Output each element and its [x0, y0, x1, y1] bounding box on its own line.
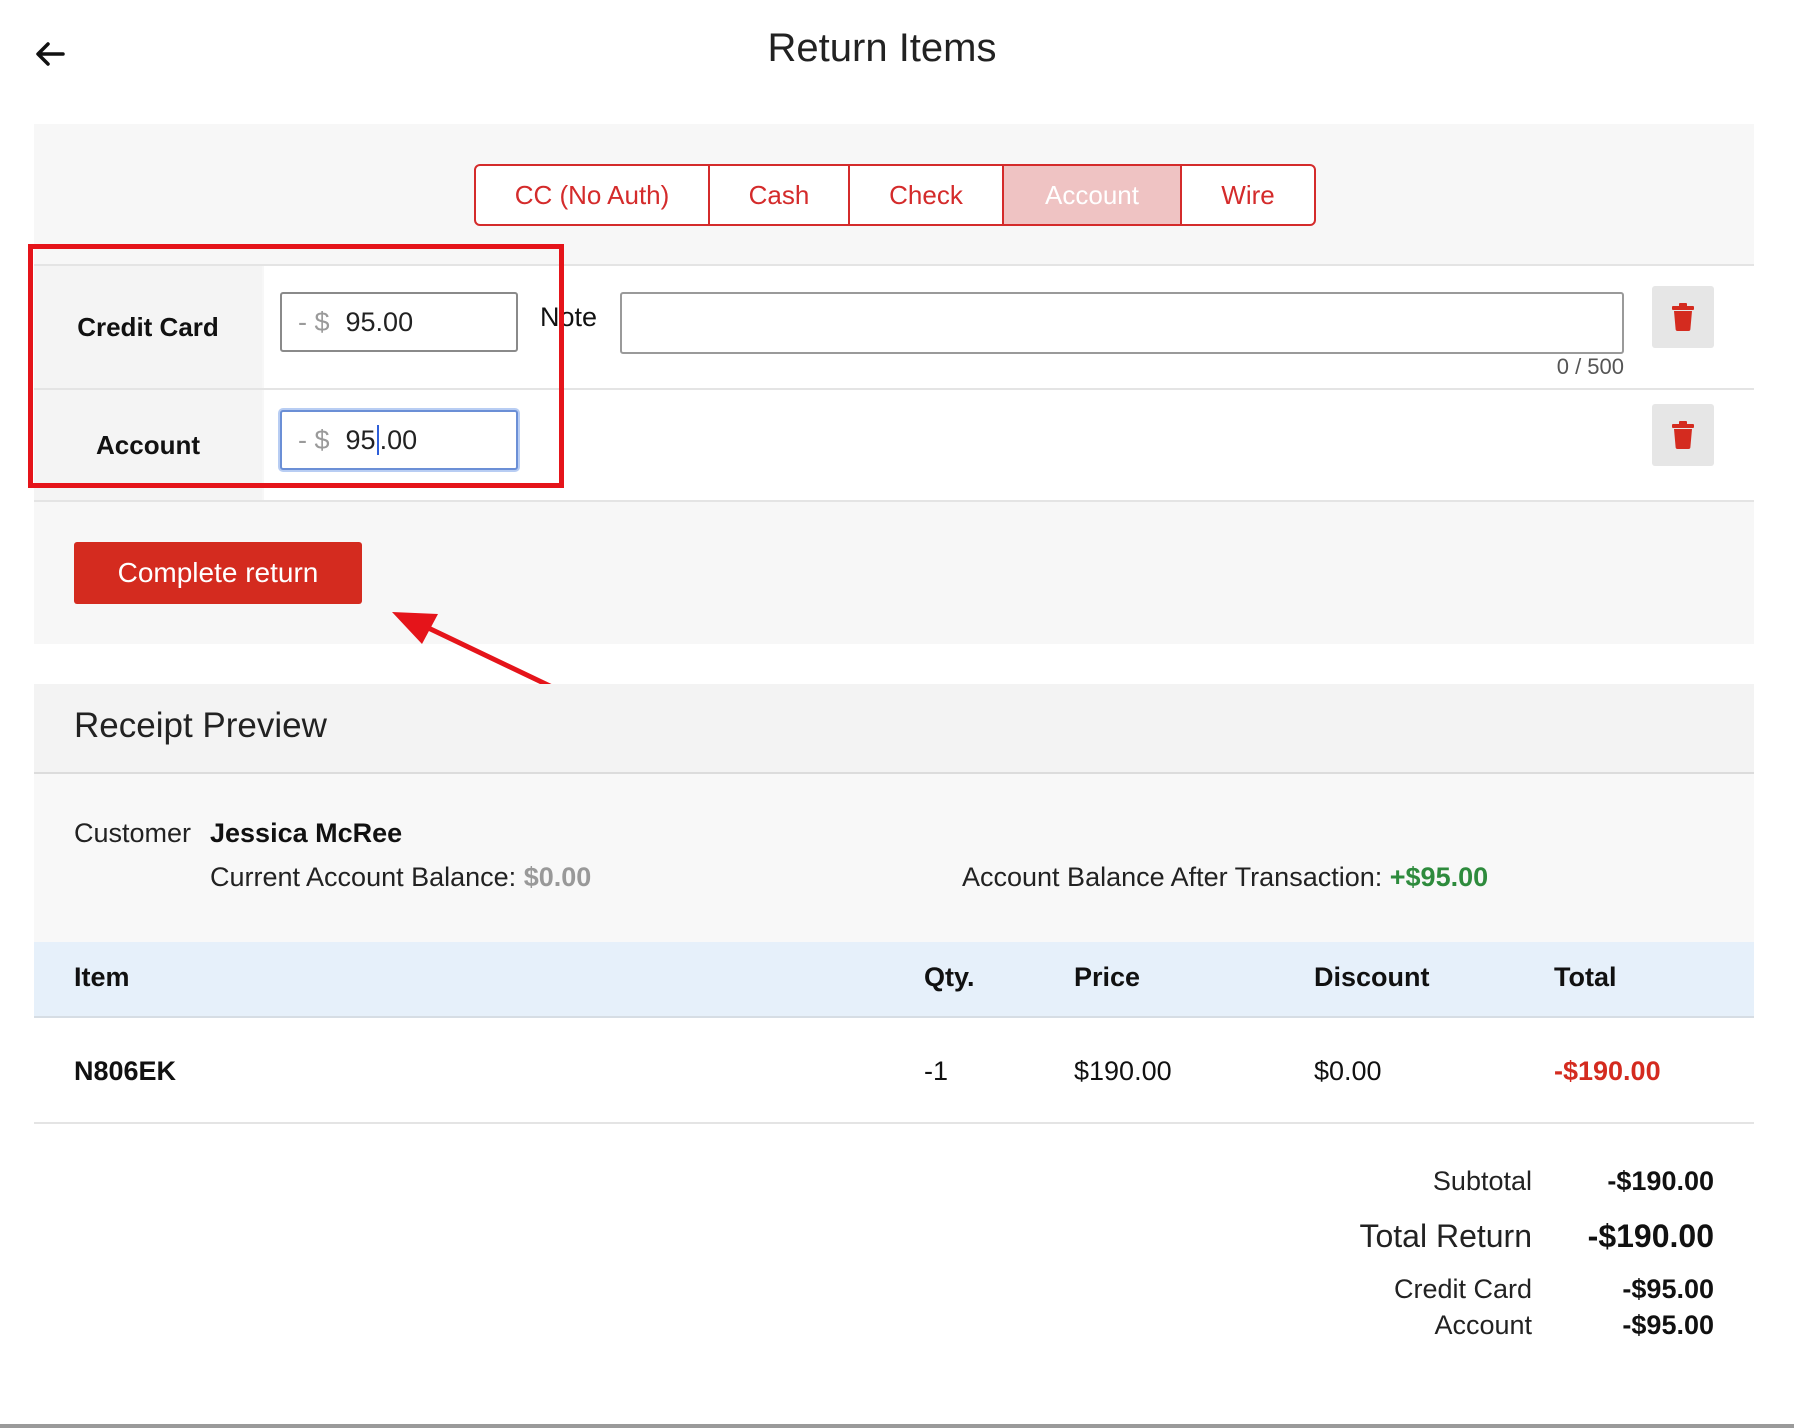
item-price: $190.00: [1074, 1056, 1172, 1086]
column-header-discount: Discount: [1314, 962, 1430, 992]
row-divider: [34, 1122, 1754, 1124]
tab-account[interactable]: Account: [1004, 166, 1182, 224]
summary-credit-card-value: -$95.00: [1622, 1274, 1714, 1304]
note-input[interactable]: [620, 292, 1624, 354]
subtotal-value: -$190.00: [1607, 1166, 1714, 1196]
column-header-price: Price: [1074, 962, 1141, 992]
receipt-title: Receipt Preview: [74, 706, 327, 745]
item-name: N806EK: [74, 1056, 177, 1086]
customer-section: [34, 774, 1754, 942]
note-char-counter: 0 / 500: [1556, 354, 1624, 379]
item-qty: -1: [924, 1056, 949, 1086]
summary-account-label: Account: [1434, 1310, 1532, 1340]
page-title: Return Items: [767, 26, 997, 70]
complete-return-button[interactable]: Complete return: [74, 542, 362, 604]
after-balance-label: Account Balance After Transaction:: [962, 862, 1383, 892]
tab-wire[interactable]: Wire: [1182, 166, 1314, 224]
total-return-label: Total Return: [1359, 1218, 1532, 1254]
divider: [34, 500, 1754, 502]
tab-cash[interactable]: Cash: [710, 166, 850, 224]
delete-credit-card-button[interactable]: [1652, 286, 1714, 348]
item-total: -$190.00: [1554, 1056, 1661, 1086]
column-header-item: Item: [74, 962, 130, 992]
customer-label: Customer: [74, 818, 192, 848]
bottom-border: [0, 1424, 1794, 1428]
payment-method-tabs: CC (No Auth) Cash Check Account Wire: [474, 164, 1316, 226]
item-discount: $0.00: [1314, 1056, 1382, 1086]
tab-cc-no-auth[interactable]: CC (No Auth): [476, 166, 710, 224]
column-header-total: Total: [1554, 962, 1617, 992]
delete-account-button[interactable]: [1652, 404, 1714, 466]
total-return-value: -$190.00: [1587, 1218, 1714, 1254]
summary-credit-card-label: Credit Card: [1393, 1274, 1532, 1304]
trash-icon: [1672, 303, 1694, 331]
column-header-qty: Qty.: [924, 962, 975, 992]
current-balance-value: $0.00: [523, 862, 592, 892]
current-balance: Current Account Balance: $0.00: [210, 862, 591, 893]
trash-icon: [1672, 421, 1694, 449]
after-balance-value: +$95.00: [1389, 862, 1489, 892]
items-table-header: [34, 942, 1754, 1018]
balance-after-transaction: Account Balance After Transaction: +$95.…: [962, 862, 1488, 893]
subtotal-label: Subtotal: [1432, 1166, 1532, 1196]
annotation-highlight-box: [28, 244, 564, 488]
summary-account-value: -$95.00: [1622, 1310, 1714, 1340]
current-balance-label: Current Account Balance:: [210, 862, 517, 892]
customer-name: Jessica McRee: [210, 818, 403, 848]
tab-check[interactable]: Check: [850, 166, 1004, 224]
